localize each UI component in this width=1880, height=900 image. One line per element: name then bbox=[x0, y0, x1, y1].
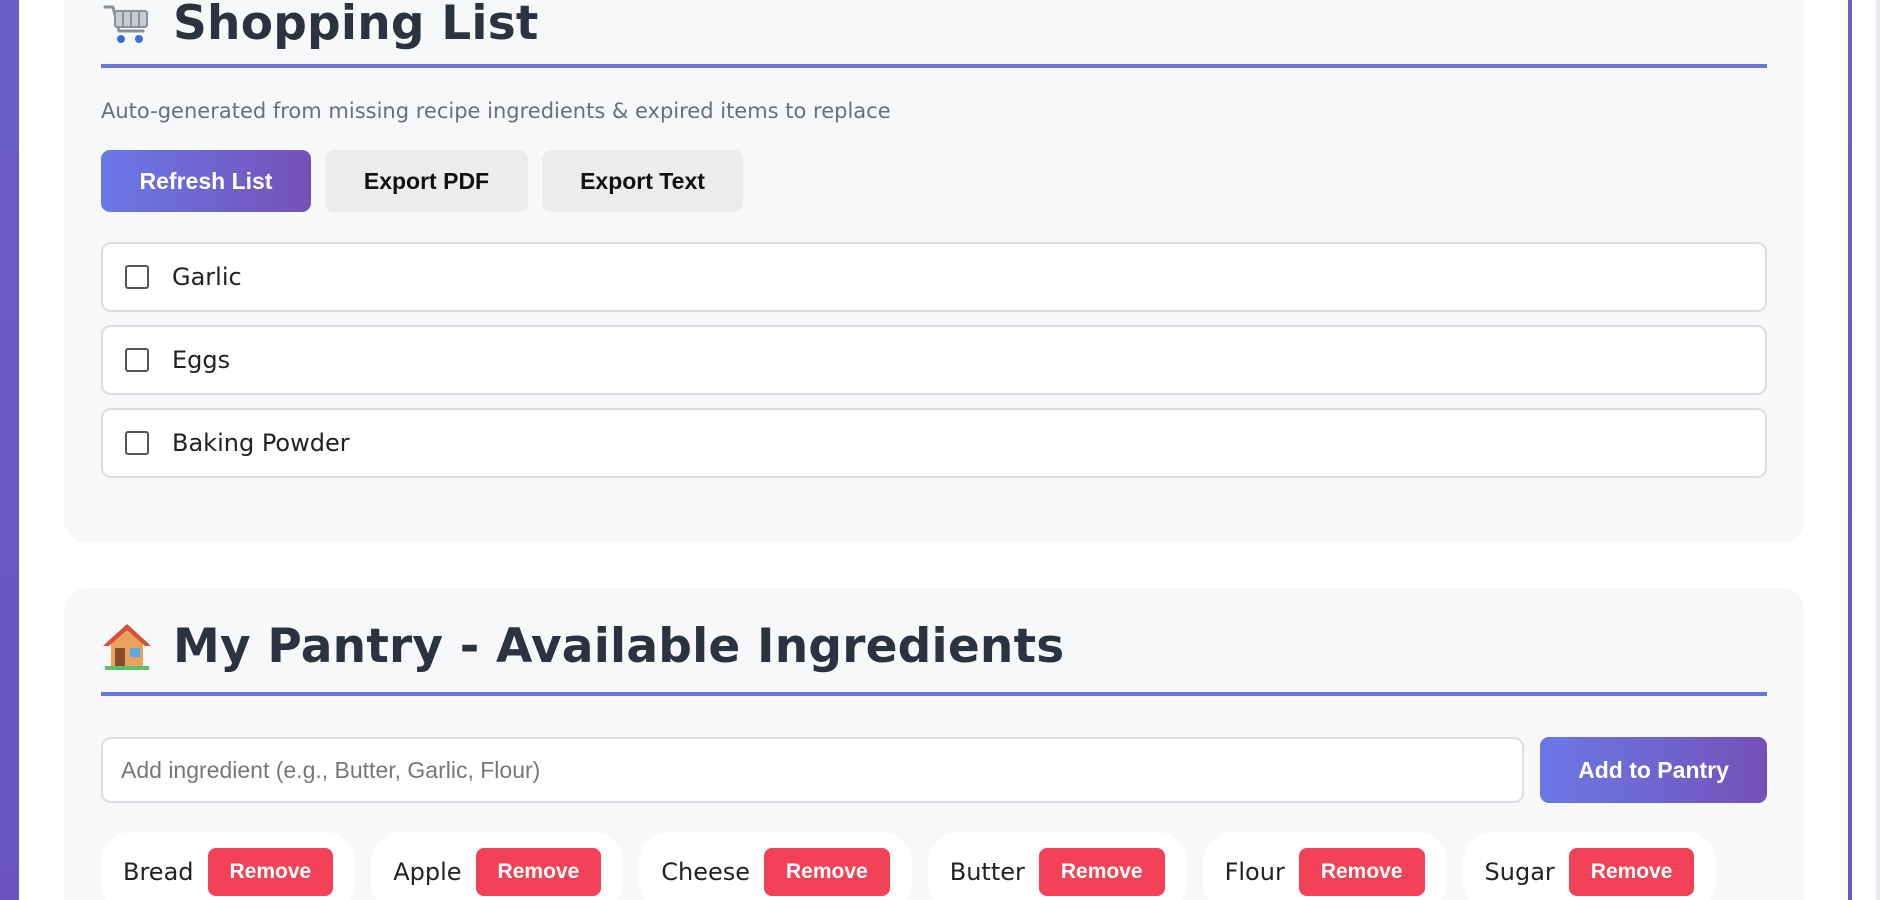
shopping-list-section: Shopping List Auto-generated from missin… bbox=[64, 0, 1804, 543]
shopping-items-list: Garlic Eggs Baking Powder bbox=[101, 242, 1767, 491]
shopping-item-label: Baking Powder bbox=[172, 429, 350, 457]
shopping-list-title: Shopping List bbox=[173, 0, 539, 51]
pantry-ingredient-chip: Sugar Remove bbox=[1462, 832, 1717, 900]
remove-ingredient-button[interactable]: Remove bbox=[764, 848, 890, 896]
scrollbar-track[interactable] bbox=[1876, 0, 1880, 900]
main-container: Shopping List Auto-generated from missin… bbox=[19, 0, 1848, 900]
shopping-item-checkbox[interactable] bbox=[125, 348, 149, 372]
pantry-ingredient-label: Flour bbox=[1224, 858, 1285, 886]
shopping-item-checkbox[interactable] bbox=[125, 431, 149, 455]
window-right-gutter bbox=[1852, 0, 1880, 900]
export-text-button[interactable]: Export Text bbox=[542, 150, 743, 212]
pantry-title: My Pantry - Available Ingredients bbox=[173, 618, 1065, 674]
pantry-ingredient-label: Bread bbox=[123, 858, 194, 886]
pantry-ingredient-chip: Flour Remove bbox=[1202, 832, 1447, 900]
pantry-heading: My Pantry - Available Ingredients bbox=[101, 608, 1767, 696]
shopping-item[interactable]: Garlic bbox=[101, 242, 1767, 312]
shopping-cart-icon bbox=[101, 0, 153, 49]
pantry-ingredient-chip: Cheese Remove bbox=[639, 832, 912, 900]
pantry-ingredient-label: Butter bbox=[949, 858, 1025, 886]
add-ingredient-row: Add to Pantry bbox=[101, 737, 1767, 803]
remove-ingredient-button[interactable]: Remove bbox=[1568, 848, 1695, 896]
refresh-list-button[interactable]: Refresh List bbox=[101, 150, 311, 212]
remove-ingredient-button[interactable]: Remove bbox=[1038, 848, 1165, 896]
pantry-ingredient-label: Cheese bbox=[661, 858, 751, 886]
shopping-list-actions: Refresh List Export PDF Export Text bbox=[101, 150, 743, 212]
shopping-list-heading: Shopping List bbox=[101, 0, 1767, 68]
remove-ingredient-button[interactable]: Remove bbox=[475, 848, 602, 896]
add-to-pantry-button[interactable]: Add to Pantry bbox=[1540, 737, 1767, 803]
shopping-item-label: Eggs bbox=[172, 346, 231, 374]
add-ingredient-input[interactable] bbox=[101, 737, 1524, 803]
pantry-ingredient-chip: Apple Remove bbox=[371, 832, 624, 900]
pantry-ingredient-chip: Bread Remove bbox=[101, 832, 356, 900]
shopping-item-checkbox[interactable] bbox=[125, 265, 149, 289]
shopping-item[interactable]: Eggs bbox=[101, 325, 1767, 395]
shopping-item[interactable]: Baking Powder bbox=[101, 408, 1767, 478]
pantry-ingredient-chip: Butter Remove bbox=[927, 832, 1187, 900]
remove-ingredient-button[interactable]: Remove bbox=[207, 848, 334, 896]
pantry-ingredient-label: Apple bbox=[393, 858, 462, 886]
pantry-ingredients-list: Bread Remove Apple Remove Cheese Remove … bbox=[101, 832, 1717, 900]
shopping-item-label: Garlic bbox=[172, 263, 242, 291]
shopping-list-subtitle: Auto-generated from missing recipe ingre… bbox=[101, 99, 891, 123]
house-icon bbox=[101, 620, 153, 672]
pantry-section: My Pantry - Available Ingredients Add to… bbox=[64, 588, 1804, 900]
pantry-ingredient-label: Sugar bbox=[1484, 858, 1555, 886]
remove-ingredient-button[interactable]: Remove bbox=[1298, 848, 1425, 896]
export-pdf-button[interactable]: Export PDF bbox=[325, 150, 528, 212]
